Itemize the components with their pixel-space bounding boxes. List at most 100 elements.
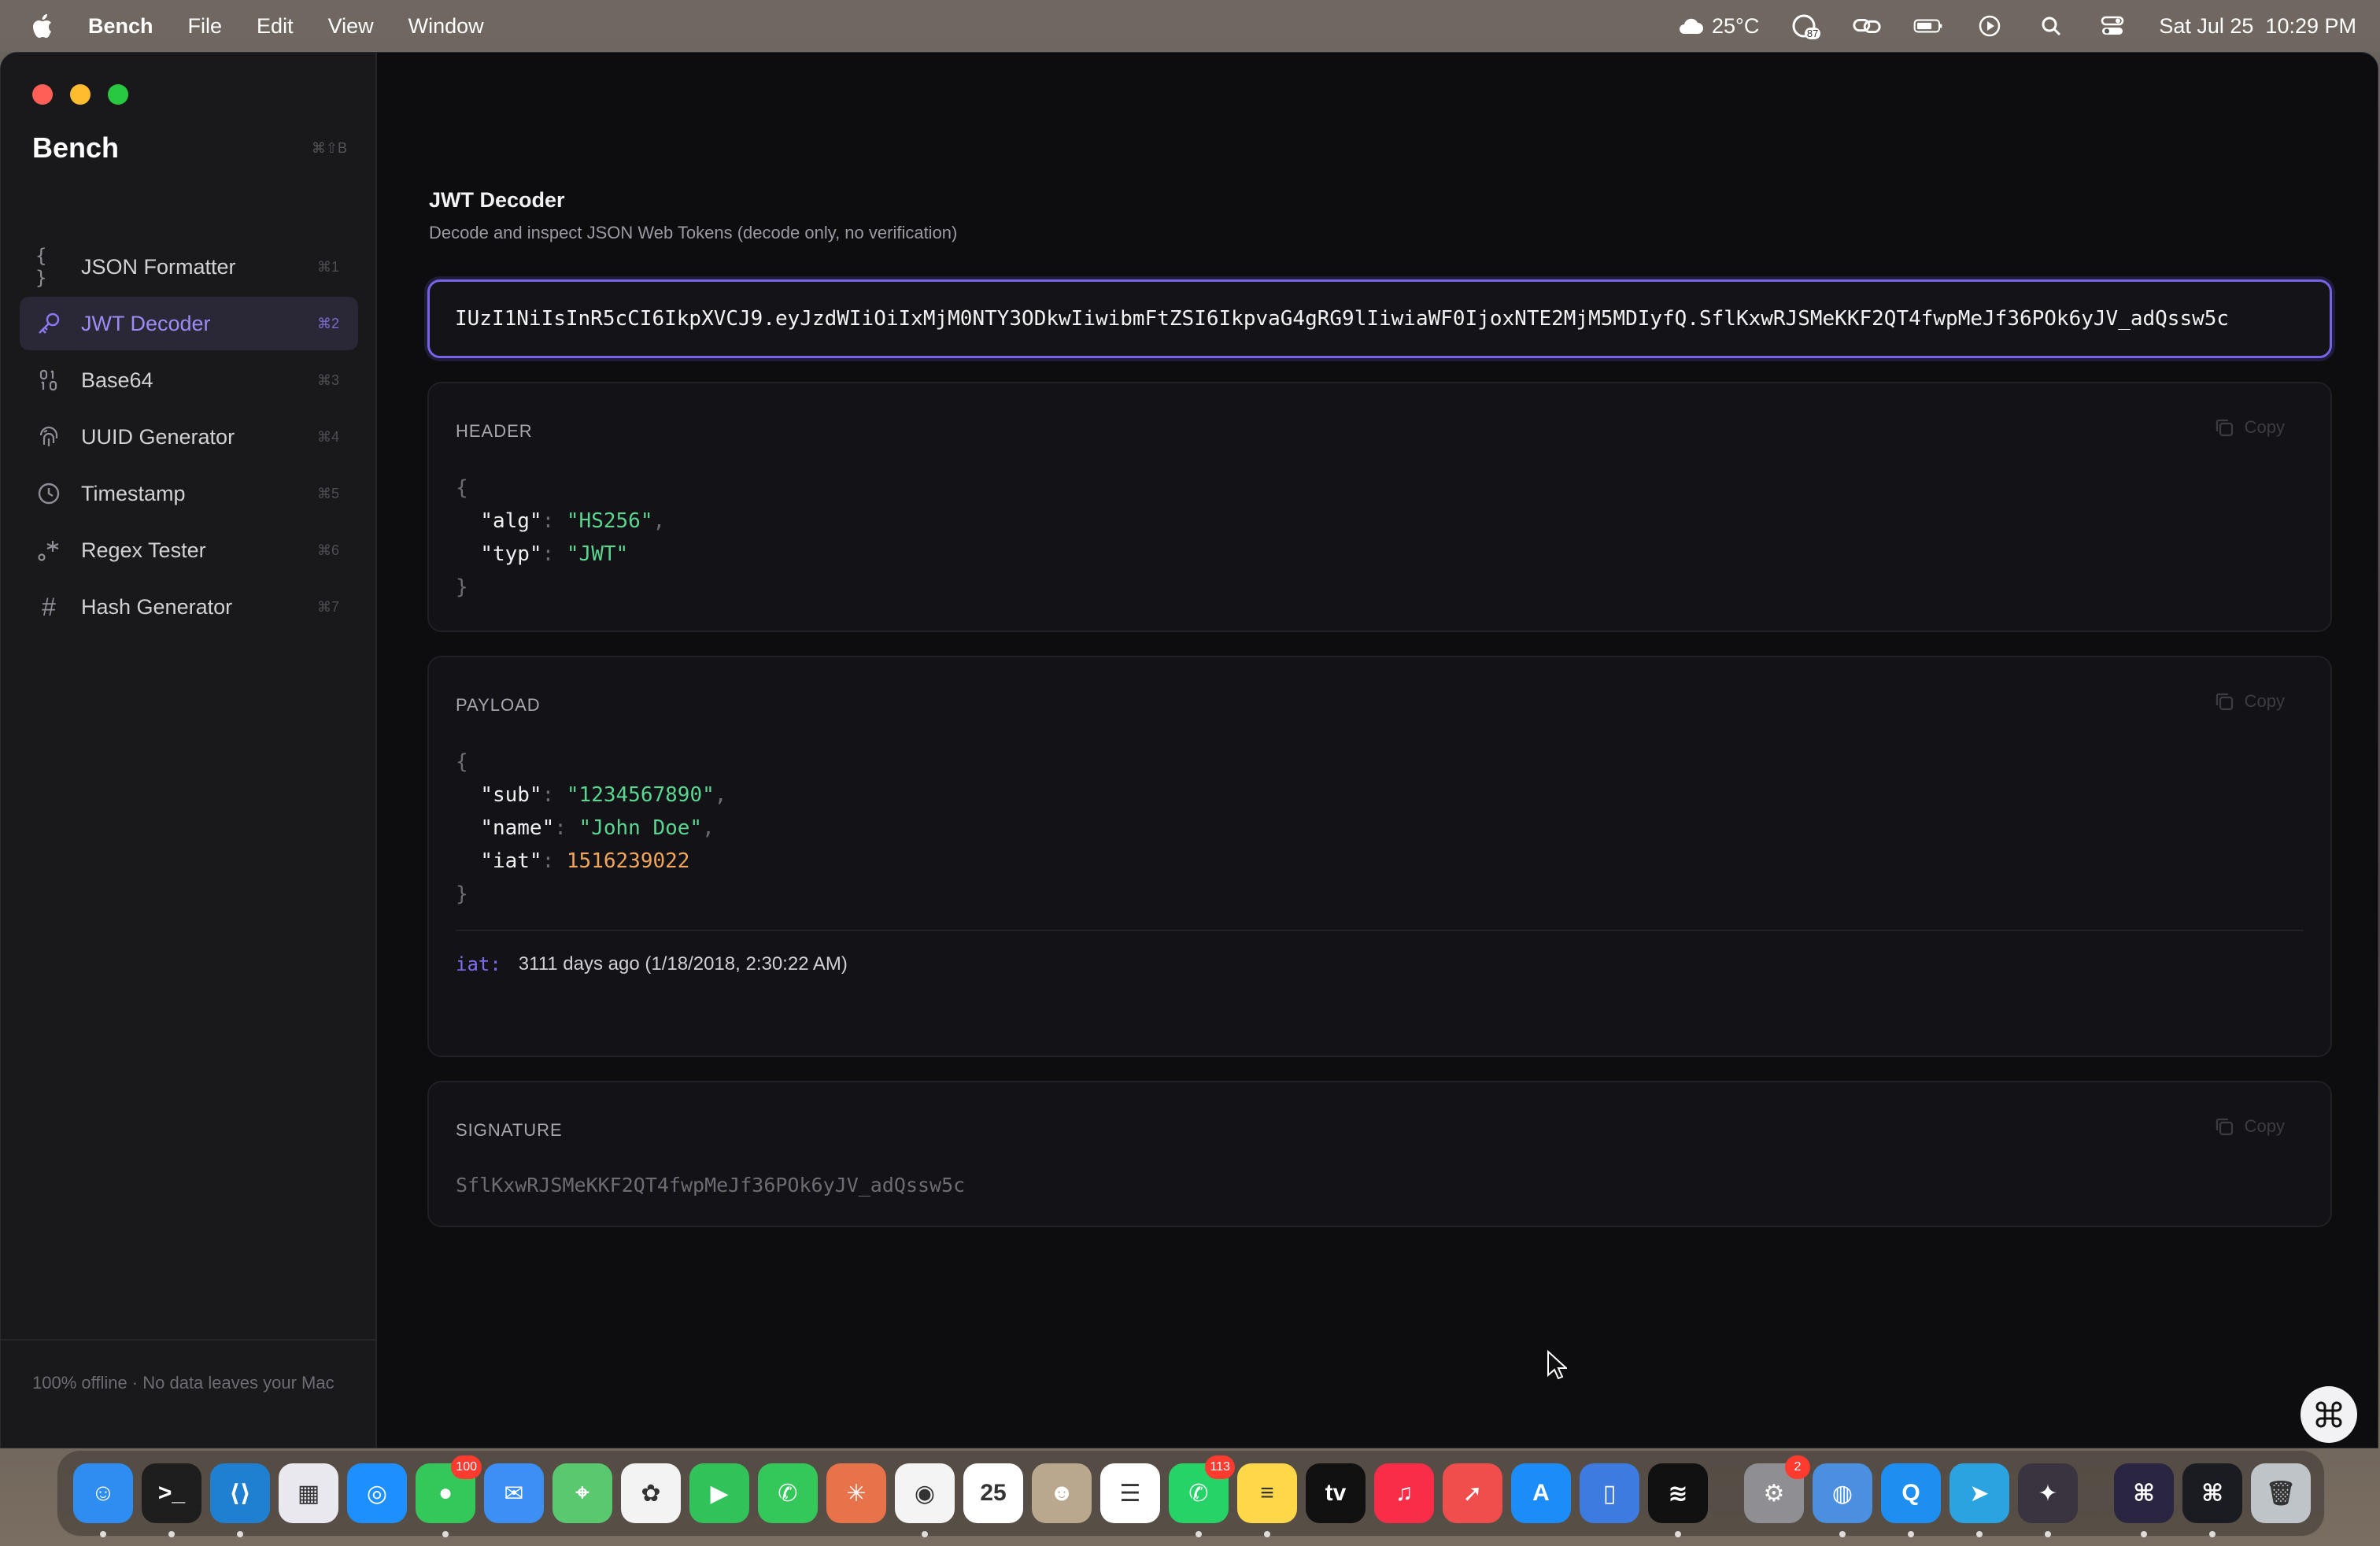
sidebar-item-shortcut: ⌘7	[316, 598, 339, 615]
weather-status[interactable]: 25°C	[1677, 14, 1759, 39]
dock-app-trash[interactable]: 🗑	[2251, 1463, 2311, 1523]
menubar-clock[interactable]: Sat Jul 25 10:29 PM	[2159, 14, 2356, 39]
spotlight-search-icon[interactable]	[2036, 14, 2066, 38]
dock-app-app-store[interactable]: A	[1511, 1463, 1571, 1523]
dock-app-facetime[interactable]: ▶	[689, 1463, 749, 1523]
dock-app-icon: ⚙	[1763, 1480, 1785, 1507]
dock-app-notes[interactable]: ≡	[1237, 1463, 1297, 1537]
status-indicator-icon[interactable]: 87	[1791, 14, 1821, 39]
sidebar-item-jwt-decoder[interactable]: JWT Decoder ⌘2	[20, 297, 358, 350]
control-center-icon[interactable]	[2097, 14, 2127, 38]
copy-signature-button[interactable]: Copy	[2213, 1115, 2285, 1137]
window-controls	[32, 84, 128, 105]
window-menu[interactable]: Window	[408, 14, 484, 39]
json-value: "1234567890"	[566, 783, 715, 807]
dock-app-icon: ⟨⟩	[229, 1480, 251, 1507]
copy-header-button[interactable]: Copy	[2213, 416, 2285, 438]
sidebar-item-hash-generator[interactable]: # Hash Generator ⌘7	[20, 580, 358, 634]
edit-menu[interactable]: Edit	[257, 14, 294, 39]
dock-app-mail[interactable]: ✉	[484, 1463, 544, 1523]
dock-app-icon: ▯	[1602, 1480, 1617, 1507]
dock-app-vs-code[interactable]: ⟨⟩	[210, 1463, 270, 1537]
dock-app-icon: ➚	[1462, 1480, 1483, 1507]
view-menu[interactable]: View	[328, 14, 374, 39]
apple-menu-icon[interactable]	[30, 13, 54, 39]
dock-app-chrome[interactable]: ◉	[895, 1463, 955, 1537]
dock-app-shortcut[interactable]: ⌘	[2114, 1463, 2174, 1537]
signature-card: SIGNATURE Copy SflKxwRJSMeKKF2QT4fwpMeJf…	[427, 1081, 2332, 1227]
copy-icon	[2216, 693, 2233, 711]
menu-bar: Bench File Edit View Window 25°C 87 Sat …	[0, 0, 2380, 52]
dock-app-claude[interactable]: ✳	[826, 1463, 886, 1523]
dock-app-contacts[interactable]: ☻	[1032, 1463, 1092, 1523]
regex-icon	[35, 537, 62, 564]
dock-app-icon: ●	[438, 1480, 453, 1506]
dock-app-safari[interactable]: ◎	[347, 1463, 407, 1523]
close-window-button[interactable]	[32, 84, 53, 105]
dock-app-telegram[interactable]: ➤	[1949, 1463, 2009, 1537]
dock-app-icon: ▶	[710, 1480, 729, 1507]
notification-badge: 113	[1205, 1455, 1235, 1479]
dock-app-icon: tv	[1325, 1480, 1347, 1506]
maximize-window-button[interactable]	[108, 84, 128, 105]
dock-app-phone[interactable]: ✆	[758, 1463, 818, 1523]
dock-app-apple-tv[interactable]: tv	[1306, 1463, 1366, 1523]
dock-app-reminders[interactable]: ☰	[1100, 1463, 1160, 1523]
sidebar-item-shortcut: ⌘1	[316, 258, 339, 275]
dock-app-maps[interactable]: ⌖	[552, 1463, 612, 1523]
weather-temp: 25°C	[1712, 13, 1760, 38]
sidebar-item-shortcut: ⌘6	[316, 542, 339, 558]
jwt-token-input[interactable]	[427, 279, 2332, 358]
sidebar-item-json-formatter[interactable]: { } JSON Formatter ⌘1	[20, 240, 358, 294]
dock-app-icon: ➤	[1969, 1480, 1990, 1507]
payload-json: { "sub": "1234567890", "name": "John Doe…	[456, 750, 727, 906]
running-indicator	[1976, 1531, 1983, 1537]
json-key: "iat"	[480, 849, 542, 873]
link-icon[interactable]	[1852, 14, 1882, 38]
header-card-title: HEADER	[456, 421, 533, 441]
battery-icon[interactable]	[1913, 14, 1943, 38]
dock-app-calendar[interactable]: 25	[963, 1463, 1023, 1523]
signature-value: SflKxwRJSMeKKF2QT4fwpMeJf36POk6yJV_adQss…	[456, 1174, 966, 1196]
dock-app-system-settings[interactable]: ⚙ 2	[1744, 1455, 1810, 1523]
notification-badge: 2	[1785, 1455, 1810, 1479]
sidebar-item-uuid-generator[interactable]: UUID Generator ⌘4	[20, 410, 358, 464]
sidebar-item-base64[interactable]: Base64 ⌘3	[20, 353, 358, 407]
payload-divider	[456, 930, 2304, 931]
sidebar-header: Bench ⌘⇧B	[32, 131, 347, 165]
file-menu[interactable]: File	[188, 14, 223, 39]
dock-app-music[interactable]: ♫	[1374, 1463, 1434, 1523]
dock-app-rocket[interactable]: ➚	[1443, 1463, 1502, 1523]
command-palette-button[interactable]	[2301, 1386, 2357, 1443]
sidebar: Bench ⌘⇧B { } JSON Formatter ⌘1 JWT Deco…	[1, 53, 377, 1448]
dock-app-finder[interactable]: ☺	[73, 1463, 133, 1537]
iat-label: iat:	[456, 953, 501, 975]
dock-app-spotify[interactable]: ≋	[1648, 1463, 1708, 1537]
sidebar-item-regex-tester[interactable]: Regex Tester ⌘6	[20, 523, 358, 577]
copy-payload-button[interactable]: Copy	[2213, 690, 2285, 712]
copy-label: Copy	[2244, 417, 2285, 437]
play-icon[interactable]	[1975, 14, 2005, 38]
running-indicator	[922, 1531, 928, 1537]
sidebar-item-timestamp[interactable]: Timestamp ⌘5	[20, 467, 358, 520]
app-menu[interactable]: Bench	[88, 14, 153, 39]
dock-app-messages[interactable]: ● 100	[416, 1455, 482, 1537]
running-indicator	[1839, 1531, 1846, 1537]
dock-app-launchpad[interactable]: ▦	[279, 1463, 338, 1523]
dock-app-simulator[interactable]: ▯	[1580, 1463, 1639, 1523]
dock-app-quick[interactable]: Q	[1881, 1463, 1941, 1537]
dock-app-bench[interactable]: ⌘	[2182, 1463, 2242, 1537]
app-title: Bench	[32, 131, 120, 164]
json-close-brace: }	[456, 882, 468, 906]
dock-app-disk-utility[interactable]: ◍	[1813, 1463, 1872, 1537]
dock-app-game[interactable]: ✦	[2018, 1463, 2078, 1537]
copy-label: Copy	[2244, 691, 2285, 711]
page-title: JWT Decoder	[429, 188, 565, 212]
minimize-window-button[interactable]	[70, 84, 91, 105]
dock-app-photos[interactable]: ✿	[621, 1463, 681, 1523]
dock-app-whatsapp[interactable]: ✆ 113	[1169, 1455, 1235, 1537]
dock-app-terminal[interactable]: >_	[142, 1463, 201, 1537]
tool-nav: { } JSON Formatter ⌘1 JWT Decoder ⌘2 Bas…	[20, 240, 358, 637]
cloud-icon	[1680, 18, 1704, 34]
payload-card: PAYLOAD Copy { "sub": "1234567890", "nam…	[427, 656, 2332, 1057]
